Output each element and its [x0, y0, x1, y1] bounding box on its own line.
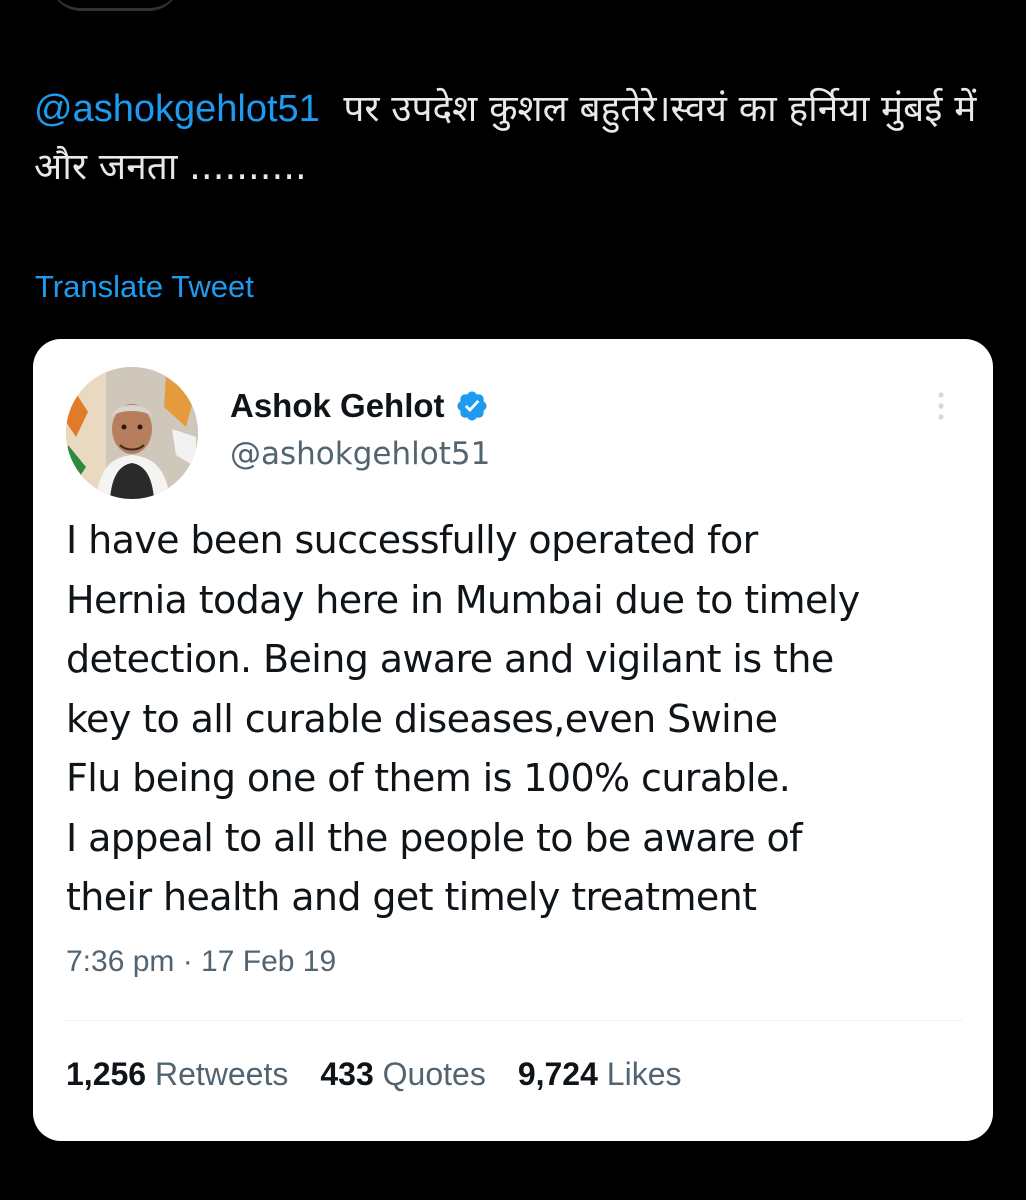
- vertical-ellipsis-icon[interactable]: [923, 387, 959, 427]
- author-name-row: Ashok Gehlot: [230, 387, 489, 425]
- quoted-tweet-card[interactable]: Ashok Gehlot @ashokgehlot51 I have been …: [33, 339, 993, 1141]
- mention-link[interactable]: @ashokgehlot51: [34, 88, 320, 130]
- author-name[interactable]: Ashok Gehlot: [230, 387, 445, 425]
- tweet-timestamp[interactable]: 7:36 pm · 17 Feb 19: [66, 945, 336, 979]
- retweets-stat[interactable]: 1,256 Retweets: [66, 1056, 288, 1093]
- avatar[interactable]: [66, 367, 198, 499]
- divider: [66, 1020, 963, 1021]
- translate-tweet-link[interactable]: Translate Tweet: [35, 269, 254, 305]
- tweet-body-text: I have been successfully operated for He…: [66, 518, 860, 919]
- previous-tweet-connector: [50, 0, 180, 11]
- engagement-stats: 1,256 Retweets 433 Quotes 9,724 Likes: [66, 1056, 681, 1093]
- likes-stat[interactable]: 9,724 Likes: [518, 1056, 682, 1093]
- verified-badge-icon: [455, 389, 489, 423]
- profile-photo-avatar: [66, 367, 198, 499]
- reply-tweet-text: @ashokgehlot51 पर उपदेश कुशल बहुतेरे।स्व…: [34, 80, 994, 195]
- author-handle[interactable]: @ashokgehlot51: [230, 436, 490, 472]
- quotes-stat[interactable]: 433 Quotes: [320, 1056, 485, 1093]
